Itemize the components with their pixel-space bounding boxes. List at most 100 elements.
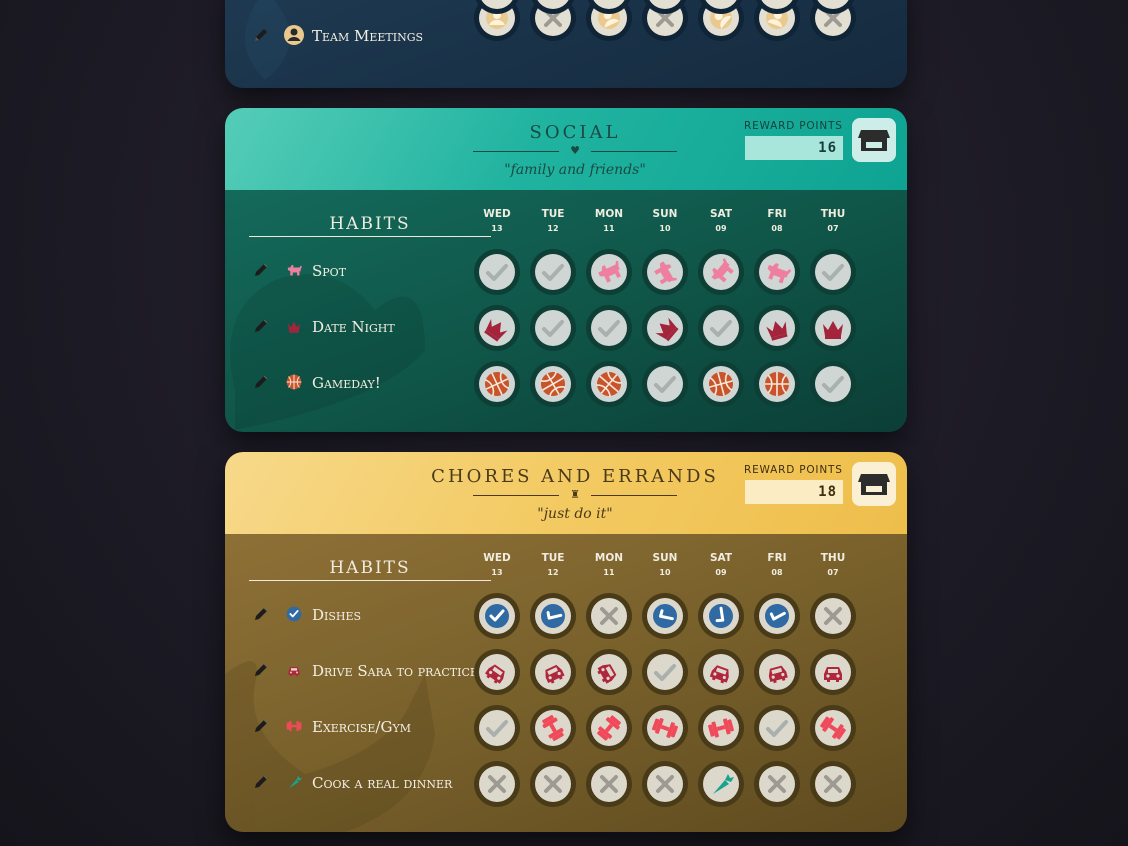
habit-day-toggle[interactable]: [530, 249, 576, 295]
habit-name: Drive Sara to practice: [312, 662, 478, 680]
work-category-card: Team Meetings: [225, 0, 907, 88]
edit-pencil-icon[interactable]: [253, 262, 269, 278]
habit-row: Cook a real dinner: [225, 758, 907, 814]
habit-day-toggle[interactable]: [642, 705, 688, 751]
habit-day-toggle[interactable]: [586, 249, 632, 295]
habit-day-toggle[interactable]: [642, 649, 688, 695]
edit-pencil-icon[interactable]: [253, 27, 269, 43]
edit-pencil-icon[interactable]: [253, 718, 269, 734]
car-icon: [545, 664, 565, 684]
reward-points-value: 16: [745, 136, 843, 160]
habit-day-toggle[interactable]: [754, 593, 800, 639]
edit-pencil-icon[interactable]: [253, 606, 269, 622]
habit-day-toggle[interactable]: [474, 305, 520, 351]
habit-day-toggle[interactable]: [754, 361, 800, 407]
habit-day-toggle[interactable]: [586, 361, 632, 407]
habit-day-toggle[interactable]: [642, 761, 688, 807]
habit-row: Date Night: [225, 302, 907, 358]
basketball-icon: [286, 374, 302, 390]
day-column-header: TUE 12: [528, 208, 578, 233]
shop-button[interactable]: [852, 462, 896, 506]
edit-pencil-icon[interactable]: [253, 318, 269, 334]
habit-row: Spot: [225, 246, 907, 302]
habit-day-toggle[interactable]: [698, 361, 744, 407]
car-icon: [768, 665, 788, 684]
edit-pencil-icon[interactable]: [253, 774, 269, 790]
basketball-icon: [709, 372, 733, 396]
edit-pencil-icon[interactable]: [253, 374, 269, 390]
habit-day-toggle[interactable]: [754, 649, 800, 695]
habit-day-toggle[interactable]: [810, 305, 856, 351]
x-icon: [824, 607, 842, 625]
day-name: SUN: [652, 552, 678, 564]
day-date: 07: [827, 224, 839, 233]
habit-day-toggle[interactable]: [586, 761, 632, 807]
habit-day-toggle[interactable]: [754, 705, 800, 751]
habit-day-toggle[interactable]: [586, 305, 632, 351]
habit-day-toggle[interactable]: [698, 705, 744, 751]
shop-button[interactable]: [852, 118, 896, 162]
edit-pencil-icon[interactable]: [253, 662, 269, 678]
habit-day-toggle[interactable]: [698, 649, 744, 695]
habit-day-toggle[interactable]: [474, 649, 520, 695]
check-circle-icon: [765, 604, 789, 628]
habit-day-toggle[interactable]: [586, 705, 632, 751]
habit-day-toggle[interactable]: [810, 593, 856, 639]
habit-day-toggle[interactable]: [642, 305, 688, 351]
habit-day-toggle[interactable]: [754, 761, 800, 807]
habit-day-toggle[interactable]: [530, 761, 576, 807]
check-icon: [822, 376, 844, 393]
habit-day-toggle[interactable]: [530, 593, 576, 639]
day-date: 10: [659, 224, 671, 233]
day-name: WED: [483, 208, 511, 220]
title-divider: [473, 151, 559, 152]
crown-icon: [655, 317, 679, 342]
crown-icon: [287, 321, 301, 333]
check-circle-icon: [709, 604, 733, 628]
habit-day-toggle[interactable]: [474, 249, 520, 295]
habit-day-toggle[interactable]: [530, 649, 576, 695]
habit-day-toggle[interactable]: [474, 593, 520, 639]
habit-day-toggle[interactable]: [698, 761, 744, 807]
habit-day-toggle[interactable]: [530, 305, 576, 351]
habit-day-toggle[interactable]: [474, 361, 520, 407]
day-column-header: SUN 10: [640, 208, 690, 233]
day-column-header: SUN 10: [640, 552, 690, 577]
habit-day-toggle[interactable]: [810, 705, 856, 751]
habits-heading: HABITS: [249, 558, 491, 581]
habit-day-toggle[interactable]: [754, 249, 800, 295]
habit-name: Date Night: [312, 318, 395, 336]
habit-row: Exercise/Gym: [225, 702, 907, 758]
day-date: 08: [771, 568, 783, 577]
car-icon: [485, 664, 505, 684]
habit-day-toggle[interactable]: [810, 361, 856, 407]
toggle-face: [535, 0, 571, 9]
habit-day-toggle[interactable]: [530, 705, 576, 751]
habit-row: Drive Sara to practice: [225, 646, 907, 702]
habit-day-toggle[interactable]: [810, 761, 856, 807]
habit-day-toggle[interactable]: [642, 249, 688, 295]
habit-day-toggle[interactable]: [586, 593, 632, 639]
habit-day-toggle[interactable]: [642, 593, 688, 639]
habit-day-toggle[interactable]: [810, 249, 856, 295]
check-icon: [654, 376, 676, 393]
check-circle-icon: [541, 604, 565, 628]
x-icon: [656, 775, 674, 793]
day-column-header: THU 07: [808, 552, 858, 577]
habit-day-toggle[interactable]: [698, 593, 744, 639]
carrot-icon: [713, 774, 734, 794]
dumbbell-icon: [708, 718, 734, 738]
habit-day-toggle[interactable]: [474, 705, 520, 751]
habit-day-toggle[interactable]: [642, 361, 688, 407]
habit-day-toggle[interactable]: [810, 649, 856, 695]
habit-day-toggle[interactable]: [698, 305, 744, 351]
habit-day-toggle[interactable]: [698, 249, 744, 295]
day-column-header: SAT 09: [696, 208, 746, 233]
day-name: SAT: [709, 552, 733, 564]
day-date: 09: [715, 224, 727, 233]
habit-name: Spot: [312, 262, 347, 280]
habit-day-toggle[interactable]: [530, 361, 576, 407]
habit-day-toggle[interactable]: [586, 649, 632, 695]
habit-day-toggle[interactable]: [474, 761, 520, 807]
habit-day-toggle[interactable]: [754, 305, 800, 351]
